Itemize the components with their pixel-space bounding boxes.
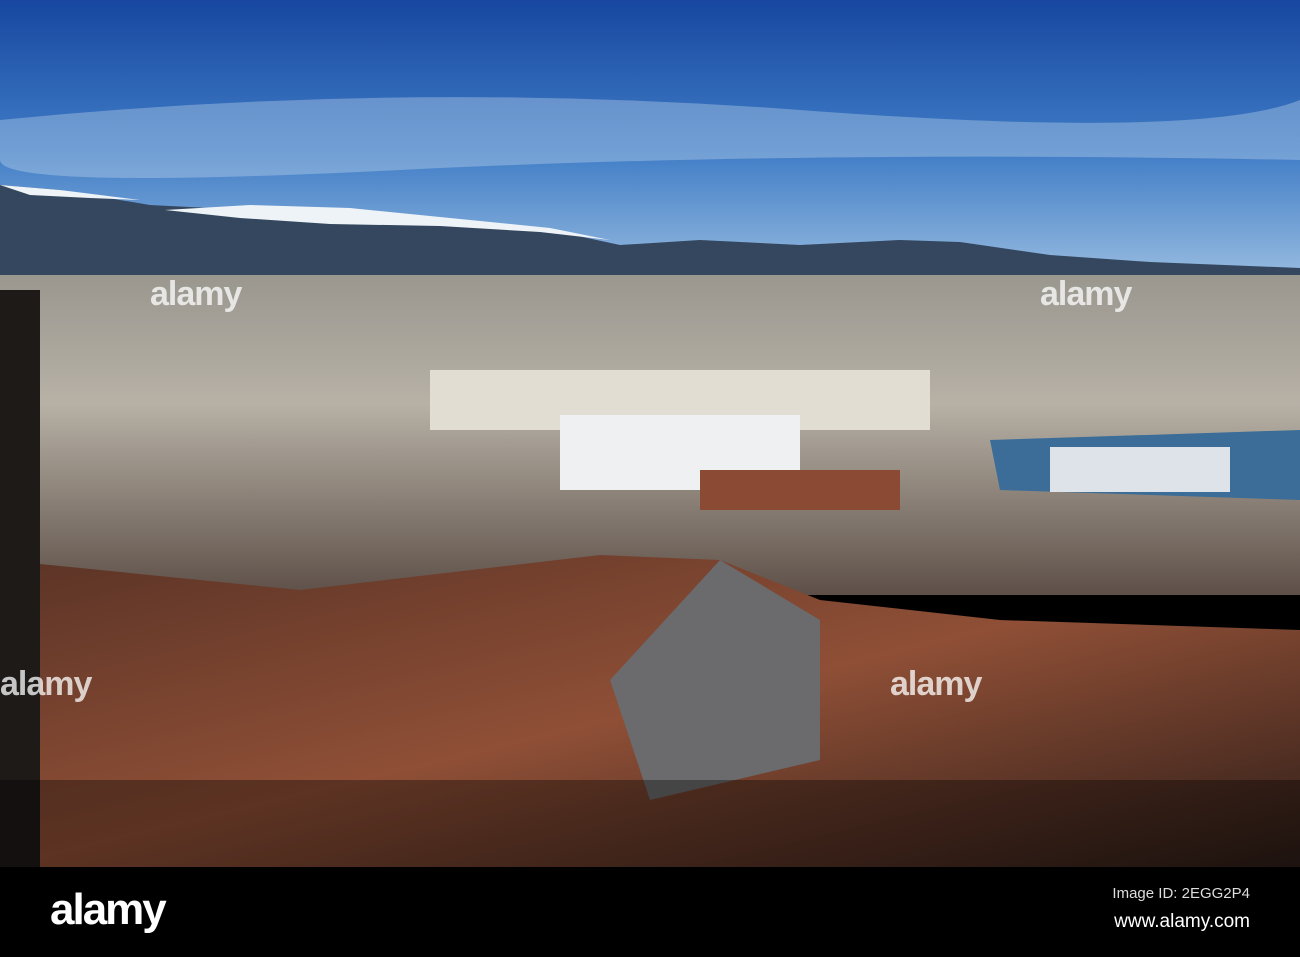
alamy-logo: alamy xyxy=(50,885,167,934)
bottom-shade xyxy=(0,780,1300,867)
website-link[interactable]: www.alamy.com xyxy=(1114,911,1250,933)
greenhouse-roof xyxy=(1050,447,1230,492)
photo-geneva-cityscape xyxy=(0,0,1300,867)
watermark: alamy xyxy=(150,275,242,313)
watermark: alamy xyxy=(1040,275,1132,313)
watermark: alamy xyxy=(0,665,92,703)
watermark: alamy xyxy=(890,665,982,703)
image-id: Image ID: 2EGG2P4 xyxy=(1112,885,1250,902)
red-roof-row xyxy=(700,470,900,510)
footer-bar: alamy Image ID: 2EGG2P4 www.alamy.com xyxy=(0,867,1300,957)
